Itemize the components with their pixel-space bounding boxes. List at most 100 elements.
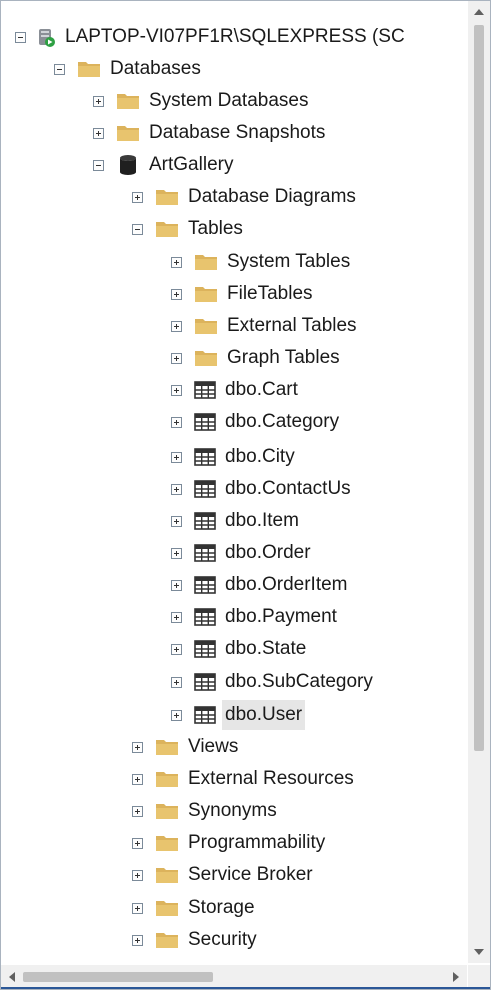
tree-node-system-tables[interactable]: System Tables xyxy=(171,247,350,277)
collapse-toggle-icon[interactable] xyxy=(93,159,104,171)
panel-bottom-border xyxy=(1,987,490,989)
tree-node-label: dbo.Order xyxy=(225,542,311,563)
tree-node-synonyms[interactable]: Synonyms xyxy=(132,796,277,826)
folder-icon xyxy=(194,252,218,272)
expand-toggle-icon[interactable] xyxy=(171,416,182,428)
tree-node-artgallery[interactable]: ArtGallery xyxy=(93,150,233,180)
tree-node-database-diagrams[interactable]: Database Diagrams xyxy=(132,182,356,212)
expand-toggle-icon[interactable] xyxy=(171,384,182,396)
folder-icon xyxy=(116,123,140,143)
tree-node-label: dbo.Item xyxy=(225,510,299,531)
tree-node-label: Tables xyxy=(188,218,243,239)
scroll-right-arrow-icon[interactable] xyxy=(445,965,467,989)
tree-node-graph-tables[interactable]: Graph Tables xyxy=(171,343,340,373)
tree-node-system-databases[interactable]: System Databases xyxy=(93,86,308,116)
database-icon xyxy=(116,154,140,176)
tree-node-dbo-order[interactable]: dbo.Order xyxy=(171,538,311,568)
tree-node-dbo-subcategory[interactable]: dbo.SubCategory xyxy=(171,667,373,697)
tree-node-dbo-item[interactable]: dbo.Item xyxy=(171,506,299,536)
expand-toggle-icon[interactable] xyxy=(132,191,143,203)
folder-icon xyxy=(155,219,179,239)
scrollbar-corner xyxy=(468,965,490,989)
expand-toggle-icon[interactable] xyxy=(171,709,182,721)
collapse-toggle-icon[interactable] xyxy=(132,223,143,235)
expand-toggle-icon[interactable] xyxy=(171,611,182,623)
vertical-scrollbar[interactable] xyxy=(468,1,490,963)
tree-node-filetables[interactable]: FileTables xyxy=(171,279,313,309)
vertical-scroll-thumb[interactable] xyxy=(474,25,484,751)
folder-icon xyxy=(155,930,179,950)
expand-toggle-icon[interactable] xyxy=(171,515,182,527)
folder-icon xyxy=(155,801,179,821)
expand-toggle-icon[interactable] xyxy=(132,869,143,881)
table-icon xyxy=(194,448,216,466)
tree-node-service-broker[interactable]: Service Broker xyxy=(132,860,313,890)
expand-toggle-icon[interactable] xyxy=(93,95,104,107)
expand-toggle-icon[interactable] xyxy=(171,288,182,300)
tree-node-database-snapshots[interactable]: Database Snapshots xyxy=(93,118,325,148)
tree-node-label: Synonyms xyxy=(188,800,277,821)
tree-node-dbo-city[interactable]: dbo.City xyxy=(171,442,295,472)
tree-node-label: Database Snapshots xyxy=(149,122,326,143)
table-icon xyxy=(194,640,216,658)
tree-node-dbo-category[interactable]: dbo.Category xyxy=(171,407,339,437)
expand-toggle-icon[interactable] xyxy=(132,934,143,946)
scroll-up-arrow-icon[interactable] xyxy=(468,1,490,23)
expand-toggle-icon[interactable] xyxy=(171,579,182,591)
tree-node-label: System Tables xyxy=(227,251,351,272)
tree-node-programmability[interactable]: Programmability xyxy=(132,828,325,858)
tree-node-external-tables[interactable]: External Tables xyxy=(171,311,357,341)
tree-node-label: dbo.City xyxy=(225,446,295,467)
scroll-left-arrow-icon[interactable] xyxy=(1,965,23,989)
tree-node-label: Service Broker xyxy=(188,864,313,885)
horizontal-scroll-thumb[interactable] xyxy=(23,972,213,982)
expand-toggle-icon[interactable] xyxy=(132,773,143,785)
tree-node-label: Database Diagrams xyxy=(188,186,356,207)
tree-node-label: dbo.User xyxy=(222,700,306,730)
tree-node-external-resources[interactable]: External Resources xyxy=(132,764,354,794)
tree-node-label: dbo.Payment xyxy=(225,606,337,627)
expand-toggle-icon[interactable] xyxy=(171,256,182,268)
tree-node-label: System Databases xyxy=(149,90,309,111)
tree-node-security[interactable]: Security xyxy=(132,925,257,955)
expand-toggle-icon[interactable] xyxy=(132,837,143,849)
horizontal-scrollbar[interactable] xyxy=(1,965,467,989)
folder-icon xyxy=(194,316,218,336)
tree-node-label: External Resources xyxy=(188,768,354,789)
expand-toggle-icon[interactable] xyxy=(171,547,182,559)
tree-node-label: Graph Tables xyxy=(227,347,340,368)
scroll-down-arrow-icon[interactable] xyxy=(468,941,490,963)
tree-node-dbo-orderitem[interactable]: dbo.OrderItem xyxy=(171,570,348,600)
tree-node-dbo-state[interactable]: dbo.State xyxy=(171,634,306,664)
tree-node-views[interactable]: Views xyxy=(132,732,238,762)
table-icon xyxy=(194,381,216,399)
tree-node-label: dbo.State xyxy=(225,638,307,659)
expand-toggle-icon[interactable] xyxy=(171,352,182,364)
tree-node-dbo-cart[interactable]: dbo.Cart xyxy=(171,375,298,405)
tree-node-dbo-payment[interactable]: dbo.Payment xyxy=(171,602,337,632)
collapse-toggle-icon[interactable] xyxy=(15,31,26,43)
expand-toggle-icon[interactable] xyxy=(171,451,182,463)
tree-node-dbo-user[interactable]: dbo.User xyxy=(171,700,306,730)
object-explorer-panel: LAPTOP-VI07PF1R\SQLEXPRESS (SC Databases… xyxy=(0,0,491,990)
collapse-toggle-icon[interactable] xyxy=(54,63,65,75)
tree-node-server[interactable]: LAPTOP-VI07PF1R\SQLEXPRESS (SC xyxy=(15,22,405,52)
folder-icon xyxy=(116,91,140,111)
expand-toggle-icon[interactable] xyxy=(132,741,143,753)
tree-node-label: ArtGallery xyxy=(149,154,234,175)
tree-node-tables[interactable]: Tables xyxy=(132,214,243,244)
table-icon xyxy=(194,544,216,562)
expand-toggle-icon[interactable] xyxy=(171,676,182,688)
expand-toggle-icon[interactable] xyxy=(171,643,182,655)
expand-toggle-icon[interactable] xyxy=(132,805,143,817)
tree-node-dbo-contactus[interactable]: dbo.ContactUs xyxy=(171,474,351,504)
tree-node-label: dbo.OrderItem xyxy=(225,574,348,595)
expand-toggle-icon[interactable] xyxy=(171,483,182,495)
expand-toggle-icon[interactable] xyxy=(132,902,143,914)
folder-icon xyxy=(194,348,218,368)
tree-node-databases[interactable]: Databases xyxy=(54,54,201,84)
expand-toggle-icon[interactable] xyxy=(171,320,182,332)
tree-node-label: Views xyxy=(188,736,239,757)
tree-node-storage[interactable]: Storage xyxy=(132,893,255,923)
expand-toggle-icon[interactable] xyxy=(93,127,104,139)
